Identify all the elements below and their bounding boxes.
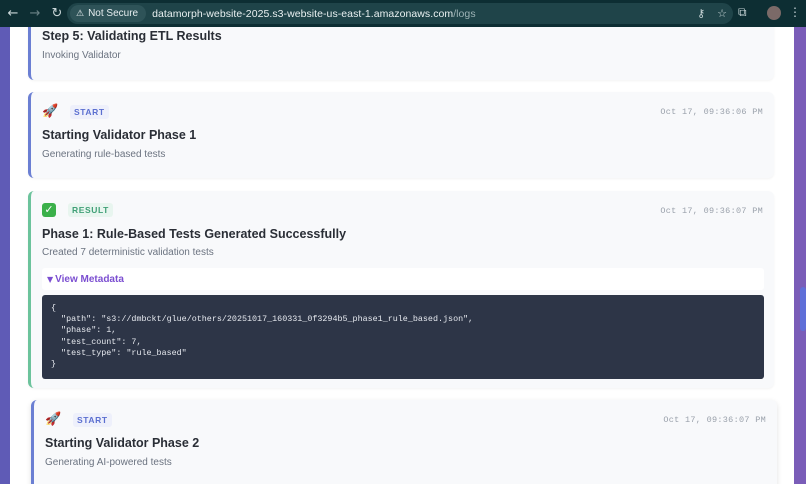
timestamp: Oct 17, 09:36:07 PM — [660, 206, 763, 216]
card-subtitle: Created 7 deterministic validation tests — [42, 247, 214, 258]
card-title: Starting Validator Phase 2 — [45, 436, 200, 450]
password-key-icon[interactable]: ⚷ — [697, 7, 705, 20]
type-badge: RESULT — [68, 203, 113, 217]
card-subtitle: Generating rule-based tests — [42, 149, 166, 160]
card-title: Phase 1: Rule-Based Tests Generated Succ… — [42, 227, 347, 241]
view-metadata-toggle[interactable]: ▼ View Metadata — [47, 274, 124, 285]
log-card-result-phase1: ✓ RESULT Oct 17, 09:36:07 PM Phase 1: Ru… — [28, 191, 774, 388]
profile-avatar[interactable] — [767, 6, 781, 20]
url-path: /logs — [453, 7, 476, 20]
type-badge: START — [70, 105, 109, 119]
forward-arrow-icon[interactable]: → — [26, 5, 44, 23]
log-card-start-phase1: 🚀 START Oct 17, 09:36:06 PM Starting Val… — [28, 92, 774, 178]
card-subtitle: Generating AI-powered tests — [45, 457, 172, 468]
timestamp: Oct 17, 09:36:07 PM — [663, 415, 766, 425]
page-background: Step 5: Validating ETL Results Invoking … — [0, 27, 806, 484]
extensions-puzzle-icon[interactable]: ⧉ — [738, 5, 752, 21]
log-card-start-phase2: 🚀 START Oct 17, 09:36:07 PM Starting Val… — [31, 400, 777, 484]
url-host: datamorph-website-2025.s3-website-us-eas… — [152, 7, 454, 20]
card-title: Step 5: Validating ETL Results — [42, 29, 222, 43]
view-metadata-label: View Metadata — [55, 273, 124, 285]
check-icon: ✓ — [42, 203, 56, 217]
browser-toolbar: ← → ↻ ⚠ Not Secure datamorph-website-202… — [0, 0, 806, 27]
rocket-icon: 🚀 — [45, 412, 62, 427]
card-title: Starting Validator Phase 1 — [42, 128, 197, 142]
card-subtitle: Invoking Validator — [42, 50, 121, 61]
url-text[interactable]: datamorph-website-2025.s3-website-us-eas… — [152, 8, 476, 20]
metadata-json: { "path": "s3://dmbckt/glue/others/20251… — [42, 295, 764, 379]
type-badge: START — [73, 413, 112, 427]
logs-panel: Step 5: Validating ETL Results Invoking … — [10, 27, 794, 484]
security-label: Not Secure — [88, 8, 139, 19]
address-bar[interactable]: ⚠ Not Secure datamorph-website-2025.s3-w… — [67, 3, 733, 24]
timestamp: Oct 17, 09:36:06 PM — [660, 107, 763, 117]
menu-dots-icon[interactable]: ⋮ — [789, 5, 801, 19]
security-chip[interactable]: ⚠ Not Secure — [70, 5, 147, 22]
scrollbar-thumb[interactable] — [800, 287, 806, 331]
caret-down-icon: ▼ — [47, 274, 54, 284]
reload-icon[interactable]: ↻ — [48, 5, 66, 23]
metadata-summary[interactable]: ▼ View Metadata — [42, 268, 764, 290]
bookmark-star-icon[interactable]: ☆ — [717, 7, 727, 20]
log-card-step5: Step 5: Validating ETL Results Invoking … — [28, 27, 774, 80]
rocket-icon: 🚀 — [42, 104, 59, 119]
back-arrow-icon[interactable]: ← — [4, 5, 22, 23]
warning-icon: ⚠ — [76, 8, 85, 19]
